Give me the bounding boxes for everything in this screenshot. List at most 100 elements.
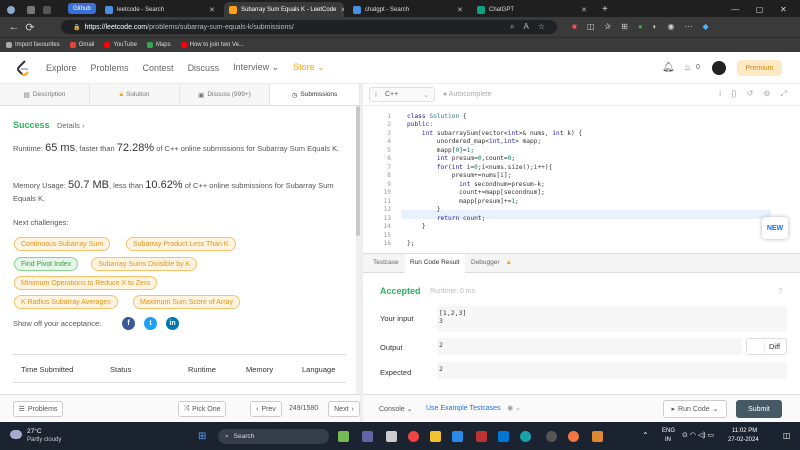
minimize-button[interactable]: —	[731, 5, 739, 14]
refresh-icon[interactable]: ⟳	[22, 21, 38, 34]
autocomplete-toggle[interactable]: ● Autocomplete	[443, 91, 492, 98]
tab-actions-icon[interactable]	[38, 2, 52, 17]
language-indicator[interactable]: ENG	[662, 428, 675, 434]
challenge-chip[interactable]: Subarray Product Less Than K	[126, 237, 236, 251]
prev-button[interactable]: ‹ Prev	[250, 401, 282, 417]
back-icon[interactable]: ←	[6, 21, 22, 33]
reset-icon[interactable]: ↺	[747, 89, 754, 99]
tab-description[interactable]: ▤ Description	[0, 84, 90, 105]
tab-submissions[interactable]: ◷ Submissions	[270, 84, 360, 105]
teams-icon[interactable]	[362, 431, 373, 442]
address-bar[interactable]: 🔒 https://leetcode.com/problems/subarray…	[61, 20, 557, 34]
new-tab-button[interactable]: +	[597, 2, 611, 17]
profile-icon[interactable]: ◉	[668, 22, 675, 31]
edge-icon[interactable]	[520, 431, 531, 442]
help-icon[interactable]: ◉ ⌄	[507, 404, 521, 412]
next-button[interactable]: Next ›	[328, 401, 360, 417]
tab-leetcode-search[interactable]: leetcode - Search ✕	[100, 2, 220, 17]
copilot-sidebar-icon[interactable]: ◆	[702, 22, 708, 31]
favorite-star-icon[interactable]: ☆	[538, 22, 545, 32]
profile-avatar[interactable]	[2, 2, 20, 17]
linkedin-icon[interactable]: in	[166, 317, 179, 330]
store-icon[interactable]	[498, 431, 509, 442]
bookmark-import[interactable]: Import favourites	[6, 42, 60, 48]
bookmark-youtube[interactable]: YouTube	[104, 42, 137, 48]
bookmark-how-to-join[interactable]: How to join two Ve...	[180, 42, 244, 48]
read-aloud-icon[interactable]: A	[523, 22, 528, 32]
tab-chatgpt-search[interactable]: chatgpt - Search ✕	[348, 2, 468, 17]
avatar[interactable]	[712, 61, 726, 75]
nav-store[interactable]: Store ⌄	[293, 62, 325, 73]
use-example-testcases-link[interactable]: Use Example Testcases	[426, 405, 501, 412]
tab-run-code-result[interactable]: Run Code Result	[405, 254, 465, 273]
chrome-icon[interactable]	[408, 431, 419, 442]
console-toggle[interactable]: Console ⌄	[379, 405, 413, 413]
nav-problems[interactable]: Problems	[91, 63, 129, 73]
maximize-button[interactable]: ▢	[756, 5, 764, 14]
workspaces-icon[interactable]	[22, 2, 36, 17]
challenge-chip[interactable]: Minimum Operations to Reduce X to Zero	[14, 276, 158, 290]
vscode-icon[interactable]	[452, 431, 463, 442]
braces-icon[interactable]: {}	[731, 89, 736, 99]
tab-subarray-sum[interactable]: Subarray Sum Equals K - LeetCode ✕	[224, 2, 344, 17]
fullscreen-icon[interactable]: ⤢	[780, 89, 786, 99]
notification-icon[interactable]: ◫	[783, 431, 791, 440]
file-explorer-icon[interactable]	[430, 431, 441, 442]
info-icon[interactable]: ⅰ	[719, 89, 721, 99]
premium-button[interactable]: Premium	[737, 60, 782, 76]
copilot-icon[interactable]: ◐	[653, 22, 658, 31]
settings-icon[interactable]: ⚙	[763, 89, 770, 99]
challenge-chip[interactable]: Continuous Subarray Sum	[14, 237, 111, 251]
tab-debugger[interactable]: Debugger	[471, 259, 500, 266]
close-icon[interactable]: ✕	[340, 6, 344, 14]
diff-toggle[interactable]: Diff	[746, 338, 787, 355]
pick-one-button[interactable]: ⤨ Pick One	[178, 401, 226, 417]
weather-icon[interactable]	[10, 430, 22, 439]
close-icon[interactable]: ✕	[209, 6, 215, 14]
extension-icon[interactable]: ■	[572, 22, 577, 31]
new-feature-badge[interactable]: NEW	[762, 217, 788, 239]
leetcode-logo-icon[interactable]	[16, 59, 30, 76]
tab-chatgpt[interactable]: ChatGPT ✕	[472, 2, 592, 17]
bookmark-gmail[interactable]: Gmail	[69, 42, 94, 48]
tab-github[interactable]: Github	[68, 3, 96, 14]
more-icon[interactable]: ⋯	[684, 22, 692, 31]
extension-green-icon[interactable]: ●	[638, 22, 643, 31]
nav-explore[interactable]: Explore	[46, 63, 77, 73]
system-tray-icons[interactable]: ⊙ ◠ ◁) ▭	[682, 431, 714, 439]
app-icon[interactable]	[386, 431, 397, 442]
app-icon[interactable]	[592, 431, 603, 442]
collections-icon[interactable]: ⊞	[621, 22, 628, 31]
fire-icon[interactable]: ♨	[684, 63, 691, 72]
app-icon[interactable]	[476, 431, 487, 442]
bell-icon[interactable]: 🔔︎	[662, 62, 675, 73]
task-view-icon[interactable]	[338, 431, 349, 442]
nav-contest[interactable]: Contest	[143, 63, 174, 73]
close-icon[interactable]: ✕	[581, 6, 587, 14]
help-icon[interactable]: ?	[778, 287, 782, 296]
close-window-button[interactable]: ✕	[780, 5, 787, 14]
taskbar-search[interactable]: ⌕ Search	[218, 429, 329, 444]
tab-discuss[interactable]: ▣ Discuss (999+)	[180, 84, 270, 105]
bookmark-maps[interactable]: Maps	[146, 42, 171, 48]
facebook-icon[interactable]: f	[122, 317, 135, 330]
tab-testcase[interactable]: Testcase	[373, 259, 399, 266]
split-screen-icon[interactable]: ◫	[587, 22, 595, 31]
favorites-icon[interactable]: ✰	[604, 22, 611, 31]
media-icon[interactable]	[568, 431, 579, 442]
run-code-button[interactable]: ▸ Run Code ⌄	[663, 400, 727, 418]
search-icon[interactable]: ⌕	[510, 22, 514, 32]
twitter-icon[interactable]: t	[144, 317, 157, 330]
challenge-chip[interactable]: Find Pivot Index	[14, 257, 79, 271]
nav-discuss[interactable]: Discuss	[188, 63, 220, 73]
challenge-chip[interactable]: Maximum Sum Score of Array	[133, 295, 240, 309]
submit-button[interactable]: Submit	[736, 400, 782, 418]
challenge-chip[interactable]: Subarray Sums Divisible by K	[91, 257, 198, 271]
tab-solution[interactable]: 🔒︎ Solution	[90, 84, 180, 105]
close-icon[interactable]: ✕	[457, 6, 463, 14]
details-link[interactable]: Details ›	[57, 121, 85, 130]
problems-button[interactable]: ☰ Problems	[13, 401, 63, 417]
challenge-chip[interactable]: K Radius Subarray Averages	[14, 295, 118, 309]
tray-chevron-icon[interactable]: ⌃	[642, 431, 649, 440]
nav-interview[interactable]: Interview ⌄	[233, 62, 279, 73]
